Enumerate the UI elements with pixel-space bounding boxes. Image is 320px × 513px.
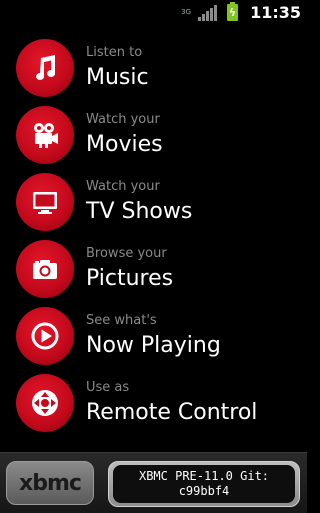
menu-item-tv-shows[interactable]: Watch your TV Shows [0, 169, 307, 235]
menu-item-title: Movies [86, 131, 163, 157]
menu-item-subtitle: Watch your [86, 111, 160, 127]
footer-bar: xbmc XBMC PRE-11.0 Git: c99bbf4 [0, 452, 307, 513]
menu-item-subtitle: Browse your [86, 245, 167, 261]
battery-charging-icon: ϟ [227, 2, 239, 21]
version-info: XBMC PRE-11.0 Git: c99bbf4 [108, 461, 300, 507]
menu-item-movies[interactable]: Watch your Movies [0, 102, 307, 168]
menu-item-remote-control[interactable]: Use as Remote Control [0, 370, 307, 436]
menu-item-title: TV Shows [86, 198, 193, 224]
xbmc-logo-button[interactable]: xbmc [6, 461, 94, 505]
menu-item-title: Now Playing [86, 332, 221, 358]
music-note-icon [16, 39, 74, 97]
play-icon [16, 307, 74, 365]
status-bar: 3G ϟ 11:35 [0, 0, 307, 25]
menu-item-subtitle: Listen to [86, 44, 143, 60]
version-display: XBMC PRE-11.0 Git: c99bbf4 [113, 465, 295, 503]
camera-icon [16, 240, 74, 298]
remote-dpad-icon [16, 374, 74, 432]
signal-strength-icon [198, 4, 218, 21]
version-line-1: XBMC PRE-11.0 Git: [138, 469, 270, 483]
menu-item-pictures[interactable]: Browse your Pictures [0, 236, 307, 302]
menu-item-subtitle: Watch your [86, 178, 160, 194]
menu-item-title: Remote Control [86, 399, 258, 425]
menu-item-title: Music [86, 64, 149, 90]
xbmc-logo: xbmc [19, 470, 82, 496]
version-line-2: c99bbf4 [178, 484, 230, 498]
film-camera-icon [16, 106, 74, 164]
menu-item-now-playing[interactable]: See what's Now Playing [0, 303, 307, 369]
menu-item-subtitle: Use as [86, 379, 130, 395]
tv-icon [16, 173, 74, 231]
clock: 11:35 [250, 3, 301, 22]
menu-item-music[interactable]: Listen to Music [0, 35, 307, 101]
menu-item-subtitle: See what's [86, 312, 157, 328]
menu-item-title: Pictures [86, 265, 174, 291]
network-type: 3G [181, 8, 191, 16]
